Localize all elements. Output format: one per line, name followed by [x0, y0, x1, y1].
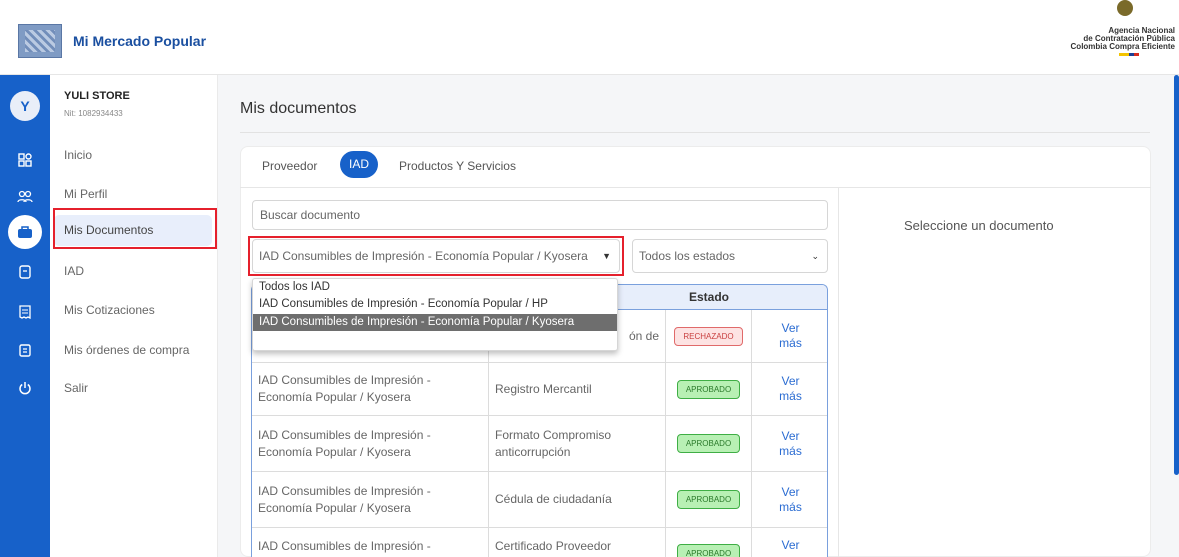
ver-mas-link[interactable]: Ver más [752, 310, 827, 362]
store-nit: Nit: 1082934433 [64, 109, 123, 118]
state-select[interactable]: Todos los estados ⌄ [632, 239, 828, 273]
status-badge: APROBADO [676, 434, 741, 453]
users-icon[interactable] [0, 186, 50, 208]
dropdown-option[interactable]: IAD Consumibles de Impresión - Economía … [253, 296, 617, 313]
dropdown-option-selected[interactable]: IAD Consumibles de Impresión - Economía … [253, 314, 617, 331]
document-icon[interactable] [0, 261, 50, 283]
status-badge: APROBADO [676, 490, 741, 509]
divider [240, 187, 1151, 188]
sidebar-item-mi-perfil[interactable]: Mi Perfil [64, 187, 107, 201]
state-select-value: Todos los estados [639, 249, 736, 263]
flag-stripe [1119, 53, 1139, 56]
highlight-box-select [248, 236, 624, 276]
grid-icon[interactable] [0, 149, 50, 171]
sidebar-item-salir[interactable]: Salir [64, 381, 88, 395]
icon-rail: Y [0, 75, 50, 557]
sidebar-item-mis-ordenes[interactable]: Mis órdenes de compra [64, 343, 189, 357]
power-icon[interactable] [0, 377, 50, 399]
table-row[interactable]: IAD Consumibles de Impresión - Economía … [252, 363, 827, 416]
empty-state-message: Seleccione un documento [904, 218, 1054, 233]
tab-iad[interactable]: IAD [340, 151, 379, 178]
avatar[interactable]: Y [10, 91, 40, 121]
dropdown-option[interactable]: Todos los IAD [253, 279, 617, 296]
tab-proveedor[interactable]: Proveedor [262, 159, 317, 173]
agency-emblem-icon [1117, 0, 1133, 16]
chevron-down-icon: ⌄ [811, 251, 819, 261]
top-header: Mi Mercado Popular Agencia Nacional de C… [0, 0, 1179, 75]
receipt-icon[interactable] [0, 301, 50, 323]
sidebar-item-mis-cotizaciones[interactable]: Mis Cotizaciones [64, 303, 155, 317]
header-estado: Estado [688, 290, 729, 304]
agency-logo-text: Agencia Nacional de Contratación Pública… [1070, 26, 1175, 51]
scrollbar[interactable] [1174, 75, 1179, 475]
sidebar-item-iad[interactable]: IAD [64, 264, 84, 278]
tab-productos-servicios[interactable]: Productos Y Servicios [399, 159, 516, 173]
table-row[interactable]: IAD Consumibles de Impresión - Economía … [252, 416, 827, 472]
status-badge: APROBADO [676, 379, 741, 399]
ver-mas-link[interactable]: Ver [752, 528, 827, 557]
sidebar-menu: YULI STORE Nit: 1082934433 Inicio Mi Per… [50, 75, 218, 557]
page-title: Mis documentos [240, 100, 357, 117]
table-row[interactable]: IAD Consumibles de Impresión - Economía … [252, 472, 827, 528]
iad-dropdown-list: Todos los IAD IAD Consumibles de Impresi… [252, 278, 618, 351]
status-badge: RECHAZADO [674, 326, 743, 346]
ver-mas-link[interactable]: Ver más [752, 363, 827, 415]
ver-mas-link[interactable]: Ver más [752, 472, 827, 527]
clipboard-icon[interactable] [0, 339, 50, 361]
search-input[interactable]: Buscar documento [252, 200, 828, 230]
ver-mas-link[interactable]: Ver más [752, 416, 827, 471]
app-logo[interactable] [18, 24, 62, 58]
divider [838, 187, 839, 557]
briefcase-icon[interactable] [8, 215, 42, 249]
table-row[interactable]: IAD Consumibles de Impresión - Certifica… [252, 528, 827, 557]
store-name: YULI STORE [64, 90, 130, 102]
status-badge: APROBADO [676, 544, 741, 557]
divider [240, 132, 1150, 133]
highlight-box-menu [53, 208, 217, 249]
app-name[interactable]: Mi Mercado Popular [73, 33, 206, 49]
sidebar-item-inicio[interactable]: Inicio [64, 148, 92, 162]
